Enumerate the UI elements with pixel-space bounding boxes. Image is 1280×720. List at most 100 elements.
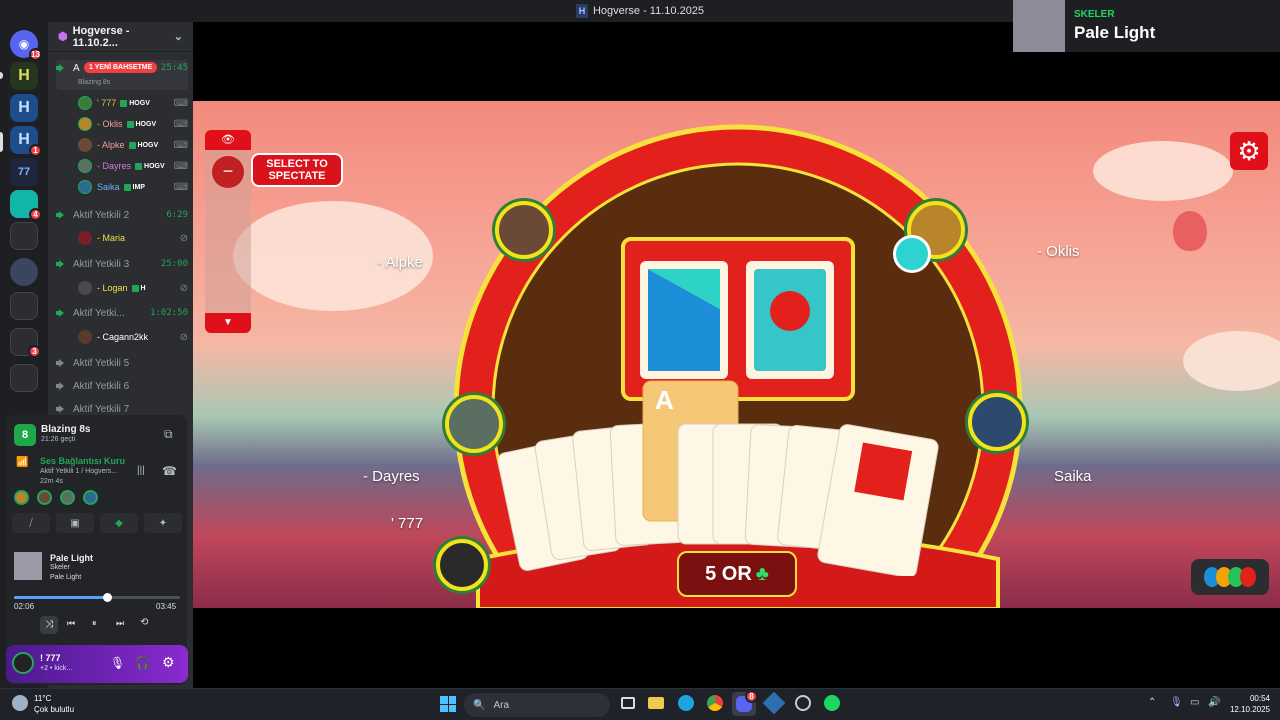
member-tag: IMP <box>123 183 145 191</box>
task-view-icon[interactable] <box>621 697 635 709</box>
voice-channel-2[interactable]: Aktif Yetkili 2 6:29 <box>56 205 188 225</box>
previous-icon[interactable]: ⏮ <box>67 618 75 629</box>
player-avatar-777[interactable] <box>436 539 488 591</box>
repeat-icon[interactable]: ⟲ <box>140 617 148 628</box>
channel-name: Aktif Yetkili 6 <box>73 380 130 392</box>
eye-icon[interactable]: 👁 <box>205 130 251 150</box>
voice-member[interactable]: ' 777 HOGV ⌨ <box>78 93 188 113</box>
app-icon[interactable] <box>762 691 786 715</box>
game-viewport[interactable]: A 5 OR ♣ 👁 − ▼ SELECT TO SPECTATE ⚙ - Al… <box>193 101 1280 608</box>
disconnect-icon[interactable]: ☎ <box>162 464 177 478</box>
guild-h-active-icon[interactable]: H1 <box>10 126 42 157</box>
spectate-panel: 👁 − ▼ <box>205 130 251 333</box>
track-total-time: 03:45 <box>156 602 177 611</box>
voice-member[interactable]: - Cagann2kk ⊘ <box>78 327 188 347</box>
player-name: - Dayres <box>363 468 420 485</box>
camera-off-icon[interactable]: ⧸ <box>12 513 50 533</box>
guild-avatar-icon[interactable] <box>10 258 38 286</box>
tray-chevron-icon[interactable]: ⌃ <box>1148 697 1156 708</box>
player-name: - Alpke <box>377 254 423 271</box>
windows-taskbar: 11°C Çok bulutlu 🔍 Ara 8 ⌃ 🎙 ▭ 🔊 00:54 1… <box>0 688 1280 720</box>
guild-teal-icon[interactable]: 4 <box>10 190 42 221</box>
guild-77-icon[interactable]: 77 <box>10 158 38 186</box>
scroll-down-icon[interactable]: ▼ <box>205 313 251 333</box>
microphone-icon[interactable]: 🎙 <box>110 656 125 670</box>
user-avatar[interactable] <box>12 652 34 674</box>
network-icon[interactable]: ▭ <box>1190 697 1199 708</box>
member-name: - Maria <box>97 233 126 243</box>
guild-folder-icon[interactable]: 3 <box>10 328 41 358</box>
voice-status: Ses Bağlantısı Kuru <box>40 456 126 466</box>
taskbar-search[interactable]: 🔍 Ara <box>464 693 610 717</box>
rocket-icon[interactable]: ✦ <box>144 513 182 533</box>
guild-folder-icon[interactable] <box>10 222 38 250</box>
activity-gamepad-icon[interactable]: ◆ <box>100 513 138 533</box>
channel-name: Aktif Yetkili 5 <box>73 357 130 369</box>
windows-start-icon[interactable] <box>440 696 456 712</box>
voice-channel-6[interactable]: Aktif Yetkili 6 <box>56 376 188 396</box>
edge-icon[interactable] <box>678 695 694 711</box>
player-avatar-alpke[interactable] <box>495 201 553 259</box>
user-settings-icon[interactable]: ⚙ <box>162 654 175 671</box>
guild-folder-icon[interactable] <box>10 364 38 392</box>
channel-timer: 1:02:50 <box>150 308 188 318</box>
deafened-icon: ⊘ <box>179 282 188 294</box>
pause-icon[interactable]: ⏸ <box>92 618 97 629</box>
spotify-icon[interactable] <box>824 695 840 711</box>
soundboard-icon[interactable]: ||| <box>137 465 145 476</box>
shuffle-icon[interactable]: ⤨ <box>40 616 58 634</box>
player-hand[interactable] <box>498 376 973 576</box>
headphones-icon[interactable]: 🎧 <box>135 656 150 670</box>
speaker-icon <box>56 404 67 414</box>
track-progress[interactable] <box>14 593 180 602</box>
gamepad-icon: ⌨ <box>173 160 188 172</box>
user-status: +2 • kick... <box>40 665 73 672</box>
voice-member[interactable]: - Oklis HOGV ⌨ <box>78 114 188 134</box>
game-settings-icon[interactable]: ⚙ <box>1230 132 1268 170</box>
volume-icon[interactable]: 🔊 <box>1208 697 1220 708</box>
chrome-icon[interactable] <box>707 695 723 711</box>
voice-channel-4[interactable]: Aktif Yetki... 1:02:50 <box>56 303 188 323</box>
minus-icon[interactable]: − <box>212 156 244 188</box>
channel-name: A <box>73 63 80 74</box>
member-tag: H <box>131 284 146 292</box>
color-palette-button[interactable] <box>1191 559 1269 595</box>
file-explorer-icon[interactable] <box>648 697 664 709</box>
discord-taskbar-icon[interactable]: 8 <box>732 690 758 716</box>
voice-member[interactable]: - Dayres HOGV ⌨ <box>78 156 188 176</box>
popout-icon[interactable]: ⧉ <box>164 427 173 442</box>
tray-mic-icon[interactable]: 🎙 <box>1170 697 1183 708</box>
channel-timer: 25:45 <box>160 63 188 73</box>
voice-member[interactable]: - Maria ⊘ <box>78 228 188 248</box>
weather-temp: 11°C <box>34 694 52 703</box>
next-icon[interactable]: ⏭ <box>116 618 124 629</box>
member-tag: HOGV <box>128 141 158 149</box>
guild-folder-icon[interactable] <box>10 292 38 320</box>
speaker-icon <box>56 358 67 368</box>
voice-participants <box>14 490 103 505</box>
guild-hogverse-icon[interactable]: H <box>10 62 38 90</box>
voice-channel-5[interactable]: Aktif Yetkili 5 <box>56 353 188 373</box>
guild-h-blue-icon[interactable]: H <box>10 94 38 122</box>
player-avatar-saika[interactable] <box>968 393 1026 451</box>
voice-channel-3[interactable]: Aktif Yetkili 3 25:00 <box>56 254 188 274</box>
voice-member[interactable]: - Logan H ⊘ <box>78 278 188 298</box>
track-title: Pale Light <box>50 553 94 563</box>
voice-channel-link[interactable]: Aktif Yetkili 1 / Hogvers... <box>40 468 117 475</box>
player-name: ' 777 <box>391 515 424 532</box>
discord-home-icon[interactable]: ◉ 13 <box>10 30 42 61</box>
voice-member[interactable]: Saika IMP ⌨ <box>78 177 188 197</box>
deafened-icon: ⊘ <box>179 232 188 244</box>
voice-member[interactable]: - Alpke HOGV ⌨ <box>78 135 188 155</box>
search-icon: 🔍 <box>473 699 486 711</box>
clock-date: 12.10.2025 <box>1229 705 1270 714</box>
weather-icon[interactable] <box>12 695 28 711</box>
track-current-time: 02:06 <box>14 602 35 611</box>
server-header[interactable]: ⬢ Hogverse - 11.10.2... ⌄ <box>48 22 193 52</box>
steam-icon[interactable] <box>795 695 811 711</box>
mention-badge[interactable]: 1 YENİ BAHSETME <box>84 62 158 73</box>
screen-share-icon[interactable]: ▣ <box>56 513 94 533</box>
player-avatar-dayres[interactable] <box>445 395 503 453</box>
server-name: Hogverse - 11.10.2... <box>72 24 130 49</box>
user-panel: ! 777 +2 • kick... 🎙 🎧 ⚙ <box>6 645 188 683</box>
